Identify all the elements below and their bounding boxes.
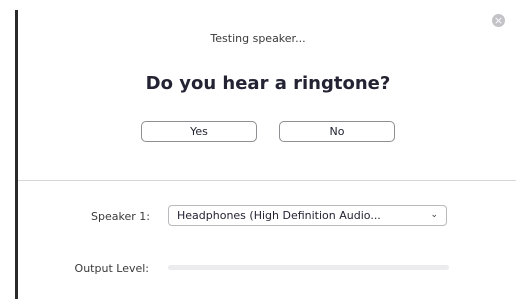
chevron-down-icon: ⌄ — [430, 210, 438, 220]
close-icon[interactable]: × — [492, 14, 505, 27]
window-edge — [15, 10, 18, 299]
speaker-label: Speaker 1: — [91, 210, 150, 223]
speaker-select[interactable]: Headphones (High Definition Audio... ⌄ — [168, 205, 447, 226]
no-button[interactable]: No — [279, 121, 395, 142]
status-text: Testing speaker... — [210, 32, 306, 45]
divider — [18, 180, 516, 181]
output-level-label: Output Level: — [74, 262, 149, 275]
output-level-meter — [168, 265, 449, 270]
yes-button[interactable]: Yes — [141, 121, 257, 142]
speaker-selected-value: Headphones (High Definition Audio... — [177, 209, 381, 222]
speaker-test-dialog: × Testing speaker... Do you hear a ringt… — [0, 0, 516, 299]
ringtone-question: Do you hear a ringtone? — [145, 73, 391, 94]
